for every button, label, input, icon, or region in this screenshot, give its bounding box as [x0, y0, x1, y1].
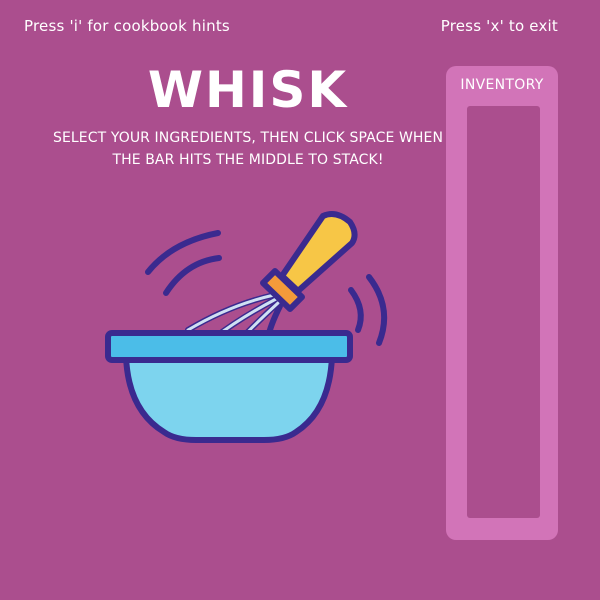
whisk-handle-icon — [279, 211, 358, 294]
motion-line-left-inner — [163, 255, 222, 296]
exit-hint: Press 'x' to exit — [440, 17, 558, 35]
inventory-slot[interactable] — [467, 106, 540, 518]
instructions-text: SELECT YOUR INGREDIENTS, THEN CLICK SPAC… — [52, 130, 444, 168]
whisk-bowl-icon — [105, 211, 388, 443]
bowl-rim-icon — [105, 330, 353, 363]
bowl-body-icon — [123, 353, 335, 443]
motion-line-right-inner — [348, 287, 364, 333]
cookbook-hint: Press 'i' for cookbook hints — [24, 17, 230, 35]
motion-line-left-outer — [145, 230, 221, 275]
station-title: WHISK — [147, 61, 349, 119]
motion-line-right-outer — [366, 274, 388, 346]
inventory-panel: INVENTORY — [446, 66, 558, 540]
inventory-label: INVENTORY — [460, 77, 544, 93]
